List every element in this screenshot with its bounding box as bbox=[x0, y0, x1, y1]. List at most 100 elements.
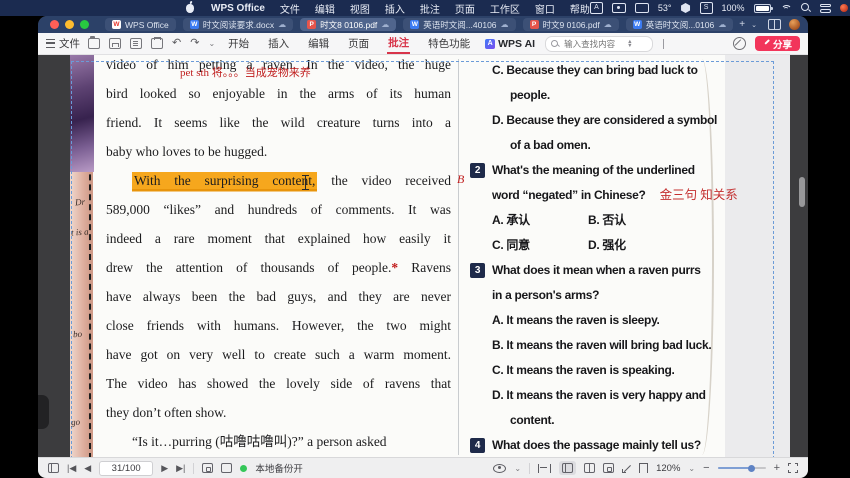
choice-option[interactable]: B. 否认 bbox=[588, 208, 626, 233]
input-method-icon[interactable]: A bbox=[590, 2, 603, 14]
more-actions-chevron-icon[interactable]: ⌄ bbox=[208, 39, 215, 48]
screen-mirroring-icon[interactable] bbox=[612, 3, 626, 13]
read-mode-eye-icon[interactable] bbox=[493, 464, 506, 473]
document-tab[interactable]: P时文8 0106.pdf☁ bbox=[300, 18, 396, 31]
spotlight-icon[interactable] bbox=[801, 3, 811, 13]
document-tab[interactable]: W英语时文阅...0106☁ bbox=[626, 18, 734, 31]
ribbon-tab[interactable]: 特色功能 bbox=[427, 34, 471, 53]
first-page-button[interactable]: |◀ bbox=[67, 464, 76, 473]
zoom-in-button[interactable]: + bbox=[774, 463, 780, 474]
book-mode-icon[interactable] bbox=[603, 463, 614, 473]
save-icon[interactable] bbox=[109, 38, 121, 49]
next-page-button[interactable]: ▶ bbox=[161, 464, 168, 473]
zoom-level[interactable]: 120% bbox=[656, 463, 680, 474]
menubar-item[interactable]: 窗口 bbox=[535, 1, 555, 16]
macos-menubar: WPS Office文件编辑视图插入批注页面工作区窗口帮助 A 53° S 10… bbox=[0, 0, 850, 16]
tab-label: 时文阅读要求.docx bbox=[203, 19, 274, 31]
undo-icon[interactable]: ↶ bbox=[172, 38, 181, 49]
ribbon-tab[interactable]: 插入 bbox=[267, 34, 290, 53]
line-text: content. bbox=[510, 408, 554, 433]
tabstrip-right bbox=[768, 19, 800, 30]
file-menu-button[interactable]: 文件 bbox=[46, 36, 80, 51]
display-icon[interactable] bbox=[635, 3, 649, 13]
split-view-icon[interactable] bbox=[768, 19, 781, 30]
document-viewport[interactable]: video of him petting a raven. In the vid… bbox=[38, 55, 808, 457]
zoom-window-button[interactable] bbox=[80, 20, 89, 29]
menubar-item[interactable]: 插入 bbox=[385, 1, 405, 16]
status-bar: |◀ ◀ ▶ ▶| 本地备份开 ⌄ bbox=[38, 457, 808, 478]
body-text-line: close friends with humans. However, the … bbox=[106, 311, 451, 340]
sidebar-pull-handle[interactable] bbox=[38, 395, 49, 429]
pdf-page: video of him petting a raven. In the vid… bbox=[70, 55, 790, 457]
zoom-slider[interactable] bbox=[718, 467, 766, 469]
zoom-dropdown-icon[interactable]: ⌄ bbox=[688, 464, 695, 473]
document-tab[interactable]: W时文阅读要求.docx☁ bbox=[183, 18, 293, 31]
ribbon-tab[interactable]: 页面 bbox=[347, 34, 370, 53]
document-tab[interactable]: P时文9 0106.pdf☁ bbox=[523, 18, 619, 31]
menubar-item[interactable]: 视图 bbox=[350, 1, 370, 16]
sidebar-toggle-icon[interactable] bbox=[48, 463, 59, 473]
file-menu-label: 文件 bbox=[59, 36, 80, 51]
share-button[interactable]: 分享 bbox=[755, 36, 800, 51]
choice-option[interactable]: C. 同意 bbox=[492, 233, 588, 258]
control-center-icon[interactable] bbox=[820, 4, 831, 13]
search-box[interactable]: ▲▼ bbox=[545, 36, 653, 52]
fit-width-icon[interactable] bbox=[538, 464, 551, 473]
search-input[interactable] bbox=[562, 38, 624, 50]
column-divider bbox=[458, 59, 459, 455]
ribbon-tab[interactable]: 批注 bbox=[387, 33, 410, 54]
page-view-icon[interactable] bbox=[202, 463, 213, 473]
vertical-scrollbar[interactable] bbox=[799, 177, 805, 207]
page-blank-icon[interactable] bbox=[221, 463, 232, 473]
fit-page-icon[interactable] bbox=[622, 464, 631, 473]
single-page-icon bbox=[562, 463, 573, 473]
choice-option[interactable]: D. 强化 bbox=[588, 233, 626, 258]
vpn-icon[interactable] bbox=[681, 3, 691, 13]
open-file-icon[interactable] bbox=[88, 38, 100, 49]
redo-icon[interactable]: ↷ bbox=[190, 38, 199, 49]
document-tab[interactable]: W英语时文阅...40106☁ bbox=[403, 18, 515, 31]
last-page-button[interactable]: ▶| bbox=[176, 464, 185, 473]
wifi-icon[interactable] bbox=[780, 4, 792, 13]
s-app-icon[interactable]: S bbox=[700, 2, 713, 14]
print-preview-icon[interactable] bbox=[130, 38, 142, 49]
menubar-item[interactable]: WPS Office bbox=[211, 3, 265, 14]
line-text: B. It means the raven will bring bad luc… bbox=[492, 333, 711, 358]
menubar-item[interactable]: 帮助 bbox=[570, 1, 590, 16]
apple-menu-icon[interactable] bbox=[186, 4, 194, 13]
zoom-slider-knob[interactable] bbox=[748, 465, 755, 472]
restrict-edit-icon[interactable] bbox=[733, 37, 746, 50]
backup-status[interactable]: 本地备份开 bbox=[240, 461, 303, 475]
single-page-mode-button[interactable] bbox=[559, 461, 576, 475]
menubar-item[interactable]: 文件 bbox=[280, 1, 300, 16]
recording-indicator-icon[interactable] bbox=[840, 4, 848, 12]
new-tab-button[interactable]: + bbox=[739, 19, 745, 30]
ribbon-tab[interactable]: 开始 bbox=[227, 34, 250, 53]
close-window-button[interactable] bbox=[50, 20, 59, 29]
document-tab[interactable]: WWPS Office bbox=[105, 18, 176, 31]
ribbon-tab[interactable]: 编辑 bbox=[307, 34, 330, 53]
read-mode-chevron-icon[interactable]: ⌄ bbox=[514, 464, 521, 473]
fullscreen-icon[interactable] bbox=[788, 463, 798, 473]
page-indicator-input[interactable] bbox=[99, 461, 153, 476]
right-column: B C. Because they can bring bad luck top… bbox=[470, 58, 790, 457]
menubar-item[interactable]: 页面 bbox=[455, 1, 475, 16]
menubar-item[interactable]: 批注 bbox=[420, 1, 440, 16]
zoom-out-button[interactable]: − bbox=[703, 463, 709, 474]
tab-list-dropdown-icon[interactable]: ⌄ bbox=[751, 21, 757, 29]
two-page-mode-icon[interactable] bbox=[584, 463, 595, 473]
line-text: of a bad omen. bbox=[510, 133, 590, 158]
print-icon[interactable] bbox=[151, 38, 163, 49]
menubar-item[interactable]: 工作区 bbox=[490, 1, 520, 16]
wps-ai-button[interactable]: A WPS AI bbox=[485, 38, 535, 50]
bookmark-icon[interactable] bbox=[639, 463, 648, 473]
search-prev-next-icons[interactable]: ▲▼ bbox=[627, 40, 632, 48]
doc-file-icon: W bbox=[190, 20, 199, 29]
prev-page-button[interactable]: ◀ bbox=[84, 464, 91, 473]
choice-option[interactable]: A. 承认 bbox=[492, 208, 588, 233]
minimize-window-button[interactable] bbox=[65, 20, 74, 29]
menubar-item[interactable]: 编辑 bbox=[315, 1, 335, 16]
question-line: 4What does the passage mainly tell us? bbox=[470, 433, 790, 457]
user-avatar[interactable] bbox=[789, 19, 800, 30]
body-text-line: they don’t often show. bbox=[106, 398, 451, 427]
